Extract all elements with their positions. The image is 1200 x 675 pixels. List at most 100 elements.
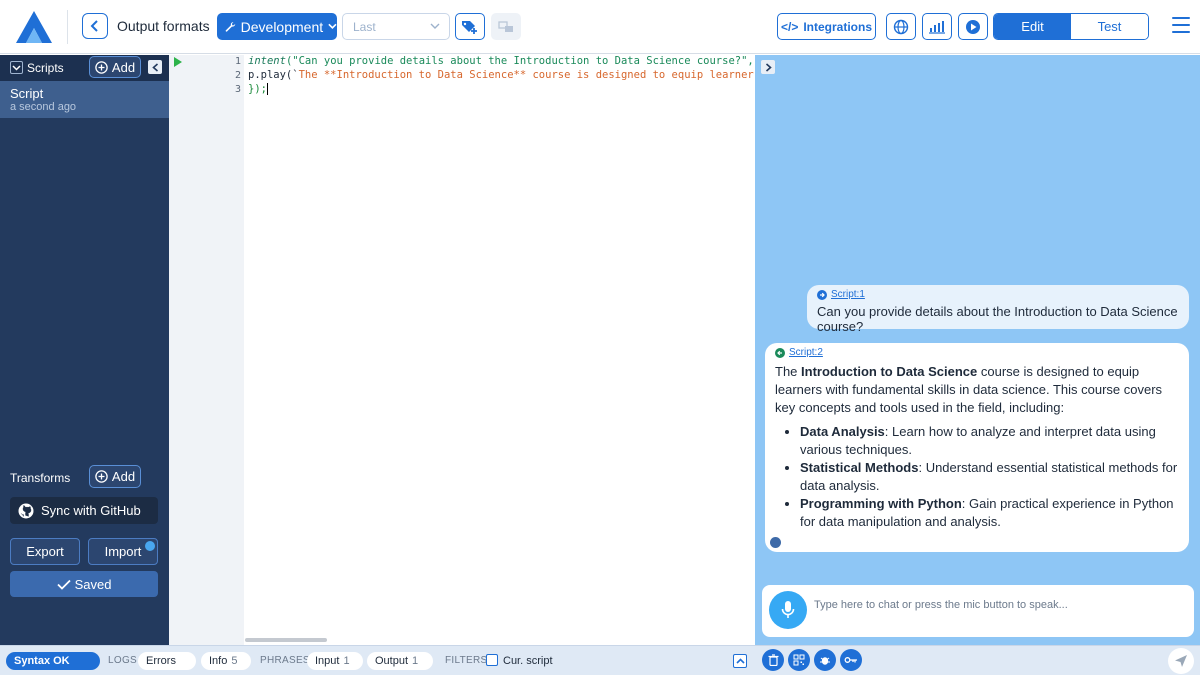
environment-dropdown[interactable]: Development <box>217 13 337 40</box>
mode-toggle: Edit Test <box>993 13 1149 40</box>
language-button[interactable] <box>886 13 916 40</box>
chevron-up-icon <box>735 658 745 664</box>
chevron-down-icon <box>328 23 337 29</box>
qr-code-button[interactable] <box>788 649 810 671</box>
menu-icon[interactable] <box>1172 17 1190 33</box>
chevron-down-icon <box>430 23 440 29</box>
syntax-status-badge[interactable]: Syntax OK <box>6 652 100 670</box>
key-icon <box>844 657 857 663</box>
list-item: Data Analysis: Learn how to analyze and … <box>800 423 1179 459</box>
chevron-left-icon <box>151 62 158 72</box>
test-mode-button[interactable]: Test <box>1071 14 1148 39</box>
list-item: Programming with Python: Gain practical … <box>800 495 1179 531</box>
add-transform-button[interactable]: Add <box>89 465 141 488</box>
analytics-button[interactable] <box>922 13 952 40</box>
variables-button[interactable] <box>840 649 862 671</box>
saved-button[interactable]: Saved <box>10 571 158 597</box>
mic-button[interactable] <box>769 591 807 629</box>
chevron-down-icon <box>12 64 21 71</box>
compare-icon <box>498 20 513 32</box>
script-link-1[interactable]: Script:1 <box>817 289 1179 300</box>
script-time: a second ago <box>10 101 77 113</box>
logs-label: LOGS <box>108 655 137 666</box>
code-line-1[interactable]: intent("Can you provide details about th… <box>248 55 754 67</box>
environment-label: Development <box>240 18 324 35</box>
integrations-button[interactable]: </> Integrations <box>777 13 876 40</box>
microphone-icon <box>781 601 795 618</box>
clear-chat-button[interactable] <box>762 649 784 671</box>
output-filter[interactable]: Output 1 <box>367 652 433 670</box>
wrench-icon <box>225 21 236 32</box>
edit-message-icon[interactable] <box>770 537 781 548</box>
edit-mode-button[interactable]: Edit <box>994 14 1071 39</box>
send-icon <box>1175 655 1187 667</box>
chevron-right-icon <box>765 62 772 72</box>
tag-plus-icon <box>462 20 477 34</box>
divider <box>67 10 68 44</box>
page-title: Output formats <box>117 18 210 34</box>
current-script-checkbox[interactable] <box>486 654 498 666</box>
expand-chat-button[interactable] <box>761 60 775 74</box>
top-bar: Output formats Development Last </> Inte… <box>0 0 1200 54</box>
input-filter[interactable]: Input 1 <box>307 652 363 670</box>
export-button[interactable]: Export <box>10 538 80 565</box>
bug-icon <box>820 657 830 665</box>
chat-input-placeholder: Type here to chat or press the mic butto… <box>814 599 1068 611</box>
line-number: 3 <box>234 84 241 95</box>
chevron-left-icon <box>90 20 98 32</box>
qr-code-icon <box>793 654 805 666</box>
user-message-text: Can you provide details about the Introd… <box>817 304 1178 334</box>
run-line-icon[interactable] <box>174 57 182 67</box>
play-button[interactable] <box>958 13 988 40</box>
collapse-sidebar-button[interactable] <box>148 60 162 74</box>
send-button[interactable] <box>1168 648 1194 674</box>
sync-github-label: Sync with GitHub <box>41 503 141 518</box>
chat-panel: Script:1 Can you provide details about t… <box>755 55 1200 645</box>
sidebar: Scripts Add Script a second ago Transfor… <box>0 55 169 645</box>
import-button[interactable]: Import <box>88 538 158 565</box>
add-script-button[interactable]: Add <box>89 56 141 78</box>
deploy-button[interactable] <box>455 13 485 40</box>
code-icon: </> <box>780 19 799 34</box>
code-line-2[interactable]: p.play(`The **Introduction to Data Scien… <box>248 69 754 81</box>
compare-button[interactable] <box>491 13 521 40</box>
github-icon <box>18 503 34 518</box>
add-transform-label: Add <box>111 469 136 484</box>
bar-chart-icon <box>929 20 945 34</box>
version-select[interactable]: Last <box>342 13 450 40</box>
transforms-label: Transforms <box>10 471 71 485</box>
line-number: 1 <box>234 56 241 67</box>
add-script-label: Add <box>111 59 136 75</box>
filters-label: FILTERS <box>445 655 488 666</box>
code-line-3[interactable]: }); <box>248 83 754 95</box>
integrations-label: Integrations <box>803 19 873 34</box>
saved-label: Saved <box>74 576 112 592</box>
scripts-toggle[interactable] <box>10 61 23 74</box>
chat-input-box[interactable]: Type here to chat or press the mic butto… <box>762 585 1194 637</box>
back-button[interactable] <box>82 13 108 39</box>
notification-dot <box>145 541 155 551</box>
debug-button[interactable] <box>814 649 836 671</box>
globe-icon <box>893 19 909 34</box>
script-list-item[interactable]: Script a second ago <box>0 81 169 118</box>
bot-message-list: Data Analysis: Learn how to analyze and … <box>800 423 1179 531</box>
check-icon <box>56 579 71 590</box>
trash-icon <box>768 654 778 666</box>
import-label: Import <box>104 544 142 559</box>
errors-filter[interactable]: Errors <box>138 652 196 670</box>
chat-toolbar <box>755 645 1200 675</box>
app-logo-icon[interactable] <box>16 11 52 43</box>
user-message-bubble: Script:1 Can you provide details about t… <box>807 285 1189 334</box>
horizontal-scrollbar[interactable] <box>245 638 327 642</box>
info-filter[interactable]: Info 5 <box>201 652 251 670</box>
script-link-2[interactable]: Script:2 <box>775 347 1179 358</box>
status-bar: Syntax OK LOGS Errors Info 5 PHRASES Inpu… <box>0 645 755 675</box>
scripts-header: Scripts Add <box>0 55 169 81</box>
code-editor[interactable]: 1 2 3 intent("Can you provide details ab… <box>169 55 754 645</box>
sync-github-button[interactable]: Sync with GitHub <box>10 497 158 524</box>
expand-logs-button[interactable] <box>733 654 747 668</box>
bot-message-intro: The Introduction to Data Science course … <box>775 364 1163 415</box>
play-circle-icon <box>966 19 980 34</box>
current-script-label: Cur. script <box>503 655 553 667</box>
plus-circle-icon <box>95 60 108 74</box>
